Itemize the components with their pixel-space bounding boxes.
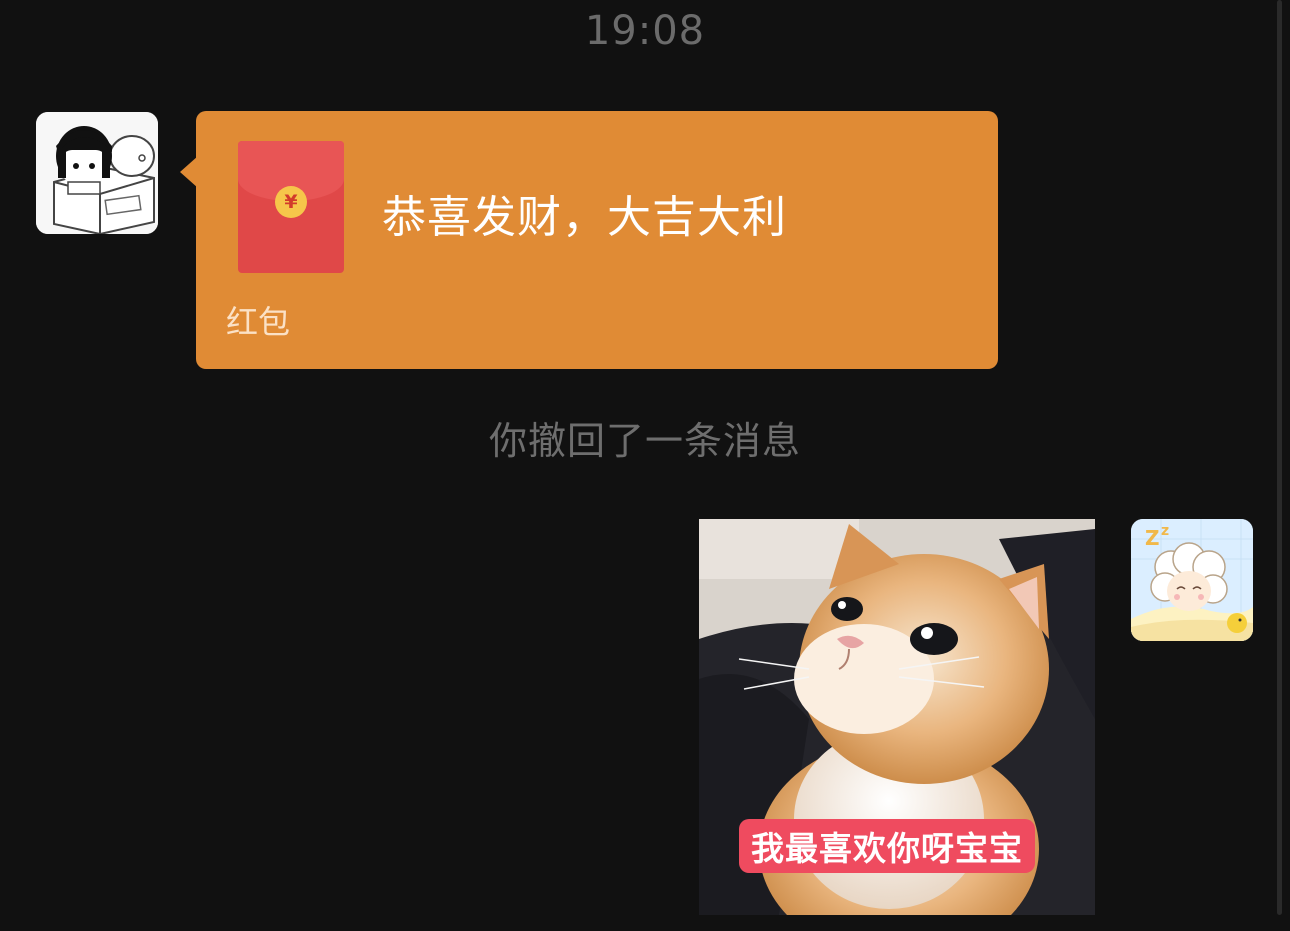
svg-text:Z: Z [1145,526,1160,550]
contact-avatar[interactable] [36,112,158,234]
kitten-sticker-message[interactable]: 我最喜欢你呀宝宝 [699,519,1095,915]
red-packet-greeting: 恭喜发财，大吉大利 [382,192,787,243]
yuan-coin-icon: ¥ [275,186,307,218]
svg-text:z: z [1161,523,1169,539]
self-avatar[interactable]: Z z [1131,519,1253,641]
recall-notice: 你撤回了一条消息 [488,419,801,463]
sticker-caption: 我最喜欢你呀宝宝 [739,819,1035,873]
red-packet-label: 红包 [226,303,291,341]
chat-screen: 19:08 ¥ 恭喜发财，大吉大利 红包 你撤回了一条消息 我最喜欢你呀宝宝 Z… [0,0,1290,931]
message-timestamp: 19:08 [584,8,706,54]
red-packet-message[interactable]: ¥ 恭喜发财，大吉大利 红包 [196,111,998,369]
cartoon-girl-avatar-icon [36,112,158,234]
red-envelope-icon: ¥ [238,141,344,273]
sleeping-sheep-avatar-icon: Z z [1131,519,1253,641]
